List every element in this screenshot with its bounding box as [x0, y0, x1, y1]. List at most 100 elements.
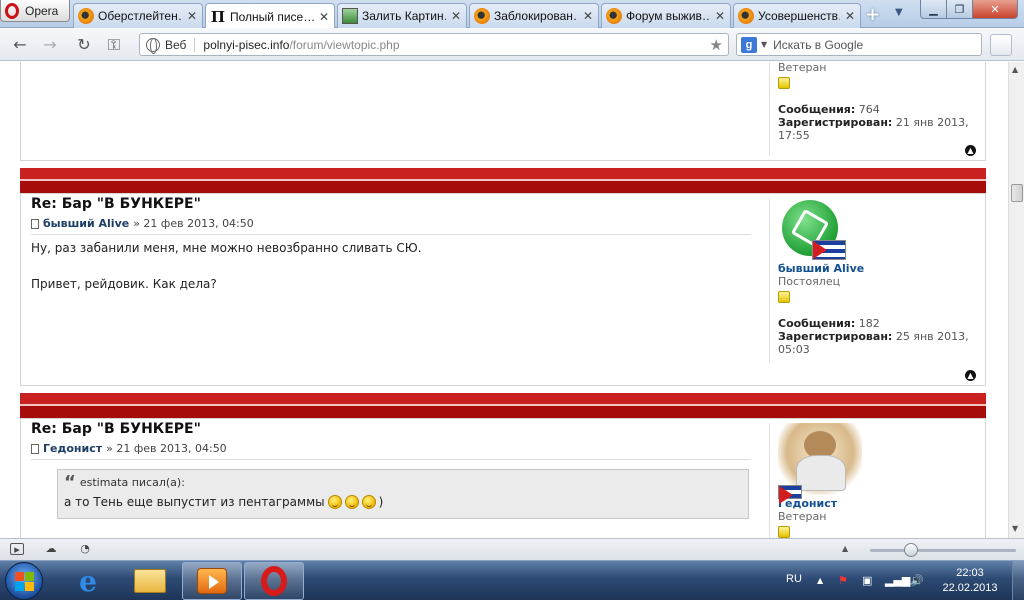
forum-favicon-icon	[78, 8, 94, 24]
post-date: » 21 фев 2013, 04:50	[106, 442, 227, 455]
taskbar-explorer[interactable]	[120, 562, 180, 600]
profile-name[interactable]: Гедонист	[778, 497, 979, 510]
tab-1[interactable]: Оберстлейтен… ✕	[73, 3, 203, 28]
profile-posts: Сообщения: 182	[778, 317, 979, 330]
cuba-flag-icon	[812, 240, 846, 260]
window-close-button[interactable]: ✕	[972, 0, 1018, 19]
reload-icon[interactable]: ↻	[74, 35, 94, 55]
forum-favicon-icon	[474, 8, 490, 24]
post-date: » 21 фев 2013, 04:50	[133, 217, 254, 230]
close-tab-icon[interactable]: ✕	[318, 10, 330, 24]
action-center-flag-icon[interactable]: ⚑	[838, 574, 848, 587]
panel-toggle-button[interactable]	[990, 34, 1012, 56]
key-icon[interactable]: ⚿	[104, 35, 124, 55]
quote-mark-icon: “	[64, 471, 76, 493]
panel-toggle-icon[interactable]: ▸	[10, 543, 24, 556]
new-tab-plus-icon[interactable]: +	[865, 4, 880, 25]
windows-logo-icon	[25, 582, 34, 591]
zoom-slider-handle[interactable]	[904, 543, 918, 557]
close-tab-icon[interactable]: ✕	[844, 9, 856, 23]
post-title[interactable]: Re: Бар "В БУНКЕРЕ"	[31, 421, 201, 437]
profile-registered: Зарегистрирован: 21 янв 2013,	[778, 116, 979, 129]
search-placeholder: Искать в Google	[773, 37, 864, 52]
tab-2-active[interactable]: П Полный писе… ✕	[205, 3, 335, 29]
posts-count: 182	[858, 317, 880, 330]
start-button[interactable]	[5, 562, 43, 600]
windows-logo-icon	[15, 572, 24, 581]
address-scheme-label: Веб	[165, 37, 196, 52]
search-field[interactable]: g ▼ Искать в Google	[736, 33, 982, 56]
post-item: Re: Бар "В БУНКЕРЕ" Гедонист » 21 фев 20…	[20, 418, 986, 538]
post-item: Re: Бар "В БУНКЕРЕ" бывший Alive » 21 фе…	[20, 193, 986, 386]
avatar[interactable]	[778, 423, 862, 504]
post-author[interactable]: бывший Alive	[43, 217, 129, 230]
vertical-scrollbar[interactable]: ▲ ▼	[1008, 62, 1024, 538]
tab-4[interactable]: Заблокирован… ✕	[469, 3, 599, 28]
volume-icon[interactable]: 🔊	[910, 574, 924, 587]
tab-5[interactable]: Форум выжив… ✕	[601, 3, 731, 28]
taskbar-media-player[interactable]	[182, 562, 242, 600]
opera-menu-label: Opera	[25, 3, 59, 18]
back-arrow-icon[interactable]: ←	[10, 35, 30, 55]
opera-menu-button[interactable]: Opera	[0, 0, 70, 22]
profile-rank: Ветеран	[778, 62, 827, 74]
speed-gauge-icon[interactable]: ◔	[78, 543, 92, 555]
back-to-top-icon[interactable]: ▲	[965, 370, 976, 381]
status-bar: ▸ ☁ ◔ ▲	[0, 538, 1024, 560]
scroll-thumb[interactable]	[1011, 184, 1023, 202]
bookmark-star-icon[interactable]: ★	[710, 36, 723, 54]
profile-name[interactable]: бывший Alive	[778, 262, 979, 275]
close-tab-icon[interactable]: ✕	[186, 9, 198, 23]
tab-6[interactable]: Усовершенств… ✕	[733, 3, 861, 28]
posts-label: Сообщения:	[778, 317, 856, 330]
taskbar-internet-explorer[interactable]: e	[58, 562, 118, 600]
tray-expand-arrow-icon[interactable]: ▲	[817, 576, 823, 585]
avatar[interactable]	[778, 198, 846, 262]
window-minimize-button[interactable]: ▁	[920, 0, 947, 19]
show-desktop-button[interactable]	[1012, 561, 1024, 600]
opera-icon	[261, 566, 287, 596]
tab-3[interactable]: Залить Картин… ✕	[337, 3, 467, 28]
cloud-icon[interactable]: ☁	[44, 543, 58, 555]
back-to-top-icon[interactable]: ▲	[965, 145, 976, 156]
profile-panel: бывший Alive Постоялец Сообщения: 182 За…	[769, 198, 979, 363]
zoom-up-arrow-icon[interactable]: ▲	[842, 544, 848, 553]
scroll-up-arrow-icon[interactable]: ▲	[1012, 65, 1018, 74]
folder-icon	[134, 569, 166, 593]
registered-date: 21 янв 2013,	[895, 116, 969, 129]
close-tab-icon[interactable]: ✕	[714, 9, 726, 23]
google-icon[interactable]: g	[741, 36, 757, 53]
close-tab-icon[interactable]: ✕	[450, 9, 462, 23]
clock[interactable]: 22:03 22.02.2013	[930, 566, 1010, 596]
grin-smiley-icon	[344, 495, 359, 509]
zoom-slider[interactable]	[870, 549, 1016, 552]
search-engine-chevron-down-icon[interactable]: ▼	[761, 40, 767, 49]
language-indicator[interactable]: RU	[786, 573, 802, 585]
network-signal-icon[interactable]: ▂▄▆	[885, 574, 910, 587]
tab-title: Залить Картин…	[362, 9, 446, 23]
post-title[interactable]: Re: Бар "В БУНКЕРЕ"	[31, 196, 201, 212]
quote-block: “ estimata писал(а): а то Тень еще выпус…	[57, 469, 749, 519]
tab-menu-chevron-down-icon[interactable]: ▼	[895, 7, 903, 18]
post-author[interactable]: Гедонист	[43, 442, 102, 455]
scroll-down-arrow-icon[interactable]: ▼	[1012, 524, 1018, 533]
window-maximize-button[interactable]: ❐	[946, 0, 973, 19]
profile-panel: Ветеран Сообщения: 764 Зарегистрирован: …	[769, 62, 979, 156]
close-tab-icon[interactable]: ✕	[582, 9, 594, 23]
cuba-flag-icon	[778, 485, 802, 504]
address-field[interactable]: Веб polnyi-pisec.info/forum/viewtopic.ph…	[139, 33, 729, 56]
device-icon[interactable]: ▣	[862, 574, 872, 587]
media-player-icon	[197, 568, 227, 594]
taskbar-opera[interactable]	[244, 562, 304, 600]
rank-badge-icon	[778, 291, 790, 303]
divider	[31, 234, 751, 235]
profile-panel: Гедонист Ветеран	[769, 423, 979, 538]
page-viewport: Ветеран Сообщения: 764 Зарегистрирован: …	[0, 62, 1008, 538]
post-meta: бывший Alive » 21 фев 2013, 04:50	[31, 217, 254, 230]
quote-author: estimata писал(а):	[79, 476, 185, 489]
taskbar: e RU ▲ ⚑ ▣ ▂▄▆ 🔊 22:03 22.02.2013	[0, 560, 1024, 600]
forward-arrow-icon[interactable]: →	[40, 35, 60, 55]
registered-date: 25 янв 2013,	[895, 330, 969, 343]
clock-time: 22:03	[956, 567, 984, 579]
grin-smiley-icon	[327, 495, 342, 509]
